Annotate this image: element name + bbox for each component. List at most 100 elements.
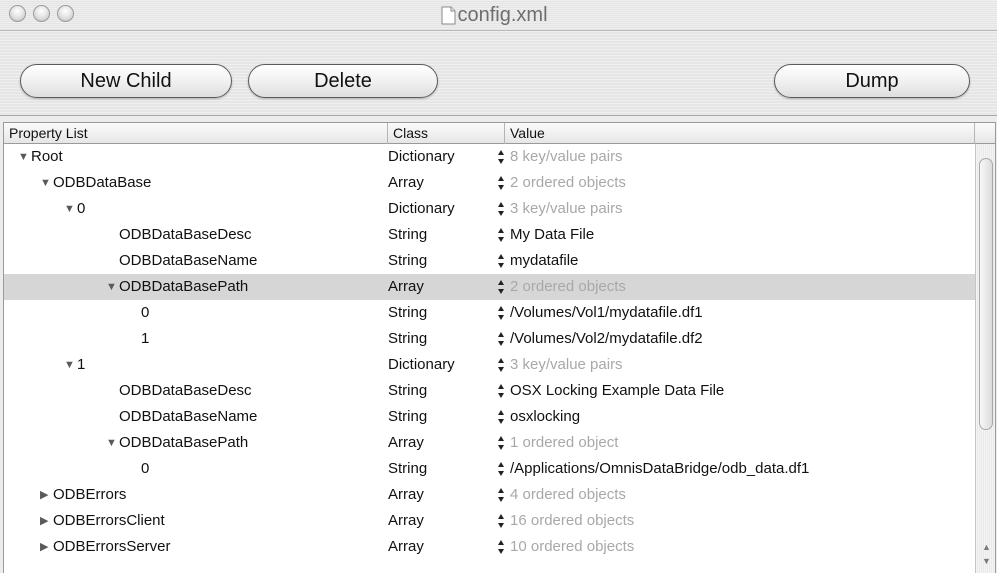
property-name[interactable]: 1 <box>141 326 149 352</box>
up-down-arrows-icon[interactable] <box>498 436 504 450</box>
property-name[interactable]: ODBDataBase <box>53 170 151 196</box>
property-name[interactable]: ODBDataBaseDesc <box>119 222 252 248</box>
triangle-down-icon[interactable]: ▼ <box>18 144 31 170</box>
table-row[interactable]: ▼ 1 Dictionary 3 key/value pairs <box>4 352 975 378</box>
class-cell[interactable]: Array <box>388 274 424 300</box>
up-down-arrows-icon[interactable] <box>498 176 504 190</box>
value-cell[interactable]: 2 ordered objects <box>510 170 626 196</box>
up-down-arrows-icon[interactable] <box>498 358 504 372</box>
table-row[interactable]: ▶ ODBErrorsServer Array 10 ordered objects <box>4 534 975 560</box>
up-down-arrows-icon[interactable] <box>498 410 504 424</box>
class-cell[interactable]: String <box>388 326 427 352</box>
up-down-arrows-icon[interactable] <box>498 306 504 320</box>
class-cell[interactable]: Array <box>388 508 424 534</box>
table-body: ▼ Root Dictionary 8 key/value pairs ▼ ODBData… <box>4 144 975 560</box>
property-name[interactable]: 1 <box>77 352 85 378</box>
value-cell[interactable]: /Volumes/Vol1/mydatafile.df1 <box>510 300 703 326</box>
up-down-arrows-icon[interactable] <box>498 254 504 268</box>
property-name[interactable]: ODBErrorsClient <box>53 508 165 534</box>
class-cell[interactable]: String <box>388 300 427 326</box>
delete-button[interactable]: Delete <box>248 64 438 98</box>
property-name[interactable]: ODBErrorsServer <box>53 534 171 560</box>
class-cell[interactable]: String <box>388 404 427 430</box>
up-down-arrows-icon[interactable] <box>498 488 504 502</box>
table-row[interactable]: ODBDataBaseName String osxlocking <box>4 404 975 430</box>
value-cell[interactable]: 3 key/value pairs <box>510 196 623 222</box>
value-cell[interactable]: 3 key/value pairs <box>510 352 623 378</box>
scroll-down-arrow-icon[interactable]: ▼ <box>982 556 991 566</box>
column-header-class[interactable]: Class <box>388 123 505 144</box>
class-cell[interactable]: Array <box>388 430 424 456</box>
dump-button[interactable]: Dump <box>774 64 970 98</box>
property-name[interactable]: ODBErrors <box>53 482 126 508</box>
scrollbar-thumb[interactable] <box>979 158 993 430</box>
table-row[interactable]: 0 String/Applications/OmnisDataBridge/odb… <box>4 456 975 482</box>
up-down-arrows-icon[interactable] <box>498 514 504 528</box>
triangle-down-icon[interactable]: ▼ <box>106 274 119 300</box>
up-down-arrows-icon[interactable] <box>498 384 504 398</box>
property-name[interactable]: 0 <box>141 300 149 326</box>
triangle-down-icon[interactable]: ▼ <box>64 352 77 378</box>
up-down-arrows-icon[interactable] <box>498 332 504 346</box>
up-down-arrows-icon[interactable] <box>498 540 504 554</box>
up-down-arrows-icon[interactable] <box>498 150 504 164</box>
property-name[interactable]: ODBDataBaseName <box>119 404 257 430</box>
up-down-arrows-icon[interactable] <box>498 202 504 216</box>
triangle-down-icon[interactable]: ▼ <box>106 430 119 456</box>
table-row[interactable]: ODBDataBaseDesc String My Data File <box>4 222 975 248</box>
table-row[interactable]: ODBDataBaseName String mydatafile <box>4 248 975 274</box>
class-cell[interactable]: String <box>388 248 427 274</box>
property-name[interactable]: 0 <box>77 196 85 222</box>
property-name[interactable]: ODBDataBasePath <box>119 430 248 456</box>
table-row[interactable]: ▶ ODBErrorsClient Array 16 ordered objects <box>4 508 975 534</box>
table-row[interactable]: ▼ ODBDataBasePath Array 2 ordered objects <box>4 274 975 300</box>
up-down-arrows-icon[interactable] <box>498 280 504 294</box>
property-name[interactable]: ODBDataBaseDesc <box>119 378 252 404</box>
value-cell[interactable]: 4 ordered objects <box>510 482 626 508</box>
class-cell[interactable]: Array <box>388 482 424 508</box>
class-cell[interactable]: Dictionary <box>388 144 455 170</box>
value-cell[interactable]: mydatafile <box>510 248 578 274</box>
table-row[interactable]: ▼ Root Dictionary 8 key/value pairs <box>4 144 975 170</box>
up-down-arrows-icon[interactable] <box>498 228 504 242</box>
value-cell[interactable]: OSX Locking Example Data File <box>510 378 724 404</box>
table-row[interactable]: 1 String/Volumes/Vol2/mydatafile.df2 <box>4 326 975 352</box>
table-row[interactable]: ▶ ODBErrors Array 4 ordered objects <box>4 482 975 508</box>
class-cell[interactable]: String <box>388 222 427 248</box>
scroll-up-arrow-icon[interactable]: ▲ <box>982 542 991 552</box>
table-row[interactable]: ODBDataBaseDesc String OSX Locking Example… <box>4 378 975 404</box>
class-cell[interactable]: Dictionary <box>388 196 455 222</box>
new-child-button[interactable]: New Child <box>20 64 232 98</box>
class-cell[interactable]: Dictionary <box>388 352 455 378</box>
class-cell[interactable]: Array <box>388 534 424 560</box>
triangle-right-icon[interactable]: ▶ <box>40 508 53 534</box>
column-header-value[interactable]: Value <box>505 123 975 144</box>
triangle-right-icon[interactable]: ▶ <box>40 482 53 508</box>
value-cell[interactable]: 16 ordered objects <box>510 508 634 534</box>
property-name[interactable]: ODBDataBaseName <box>119 248 257 274</box>
triangle-down-icon[interactable]: ▼ <box>64 196 77 222</box>
table-row[interactable]: 0 String/Volumes/Vol1/mydatafile.df1 <box>4 300 975 326</box>
column-header-property-list[interactable]: Property List <box>4 123 388 144</box>
table-row[interactable]: ▼ ODBDataBasePath Array 1 ordered object <box>4 430 975 456</box>
class-cell[interactable]: String <box>388 456 427 482</box>
triangle-down-icon[interactable]: ▼ <box>40 170 53 196</box>
vertical-scrollbar[interactable]: ▲ ▼ <box>975 144 995 573</box>
value-cell[interactable]: /Applications/OmnisDataBridge/odb_data.d… <box>510 456 809 482</box>
property-name[interactable]: Root <box>31 144 63 170</box>
value-cell[interactable]: 8 key/value pairs <box>510 144 623 170</box>
value-cell[interactable]: osxlocking <box>510 404 580 430</box>
triangle-right-icon[interactable]: ▶ <box>40 534 53 560</box>
value-cell[interactable]: 10 ordered objects <box>510 534 634 560</box>
value-cell[interactable]: /Volumes/Vol2/mydatafile.df2 <box>510 326 703 352</box>
property-name[interactable]: 0 <box>141 456 149 482</box>
class-cell[interactable]: String <box>388 378 427 404</box>
table-row[interactable]: ▼ 0 Dictionary 3 key/value pairs <box>4 196 975 222</box>
value-cell[interactable]: 1 ordered object <box>510 430 618 456</box>
table-row[interactable]: ▼ ODBDataBase Array 2 ordered objects <box>4 170 975 196</box>
property-name[interactable]: ODBDataBasePath <box>119 274 248 300</box>
class-cell[interactable]: Array <box>388 170 424 196</box>
value-cell[interactable]: My Data File <box>510 222 594 248</box>
up-down-arrows-icon[interactable] <box>498 462 504 476</box>
value-cell[interactable]: 2 ordered objects <box>510 274 626 300</box>
